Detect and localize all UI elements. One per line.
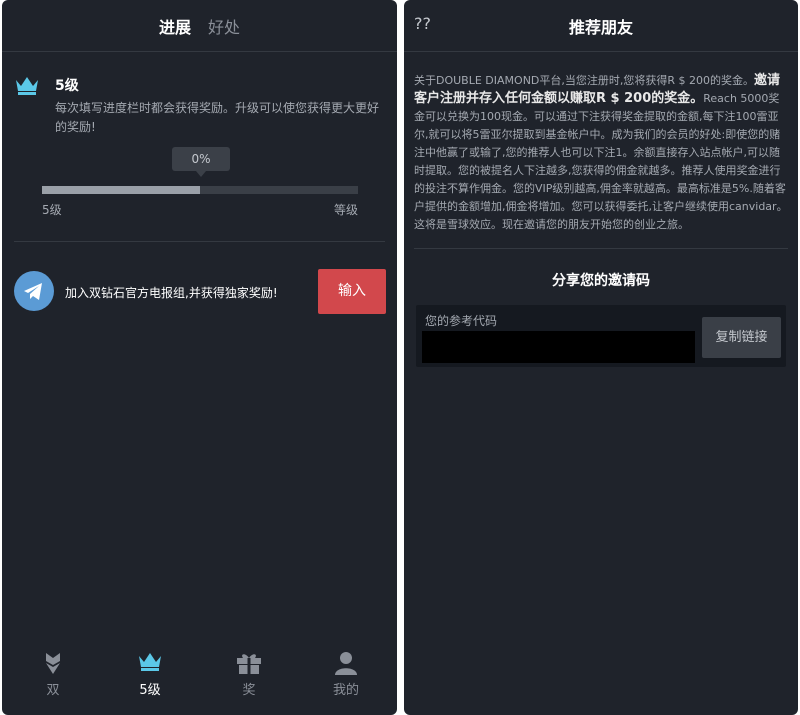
- referral-code-box: 您的参考代码 复制链接: [416, 305, 786, 367]
- share-code-title: 分享您的邀请码: [552, 273, 650, 289]
- page-title: 推荐朋友: [568, 18, 633, 37]
- bottom-nav: 双 5级 奖 我的: [2, 643, 397, 715]
- crown-icon: [139, 653, 161, 671]
- telegram-promo-text: 加入双钻石官方电报组,并获得独家奖励!: [65, 286, 278, 300]
- progress-fill: [42, 186, 200, 194]
- referral-code-field[interactable]: [422, 331, 695, 363]
- header-divider: [404, 51, 798, 52]
- telegram-icon: [14, 271, 54, 311]
- level-title: 5级: [55, 78, 79, 94]
- progress-end-label: 等级: [333, 203, 358, 217]
- tab-progress[interactable]: 进展: [159, 14, 191, 38]
- tab-bar: 进展 好处: [2, 14, 397, 38]
- join-telegram-button[interactable]: 输入: [318, 269, 386, 314]
- nav-label: 双: [46, 683, 60, 698]
- crown-icon: [16, 77, 38, 95]
- diamond-icon: [46, 653, 60, 674]
- description-details: Reach 5000奖金可以兑换为100现金。可以通过下注获得奖金提取的金额,每…: [414, 92, 788, 231]
- level-description: 每次填写进度栏时都会获得奖励。升级可以使您获得更大更好的奖励!: [55, 101, 380, 134]
- nav-label: 我的: [332, 683, 359, 698]
- progress-start-label: 5级: [42, 203, 62, 217]
- gift-icon: [237, 654, 261, 674]
- progress-bar: [42, 186, 358, 194]
- user-icon: [335, 652, 357, 675]
- referral-panel: 推荐朋友 ?? 关于DOUBLE DIAMOND平台,当您注册时,您将获得R $…: [404, 0, 798, 715]
- nav-label: 5级: [139, 683, 161, 698]
- referral-description: 关于DOUBLE DIAMOND平台,当您注册时,您将获得R $ 200的奖金。…: [414, 72, 790, 234]
- copy-link-button[interactable]: 复制链接: [702, 317, 781, 358]
- section-divider: [414, 248, 788, 249]
- description-intro: 关于DOUBLE DIAMOND平台,当您注册时,您将获得R $ 200的奖金。: [414, 74, 755, 87]
- progress-tooltip: 0%: [172, 147, 230, 177]
- referral-code-label: 您的参考代码: [425, 314, 498, 328]
- section-divider: [14, 241, 385, 242]
- back-button[interactable]: ??: [414, 14, 431, 33]
- header-divider: [2, 51, 397, 52]
- nav-label: 奖: [242, 683, 256, 698]
- level-panel: 进展 好处 5级 每次填写进度栏时都会获得奖励。升级可以使您获得更大更好的奖励!…: [2, 0, 397, 715]
- tab-benefits[interactable]: 好处: [208, 14, 240, 38]
